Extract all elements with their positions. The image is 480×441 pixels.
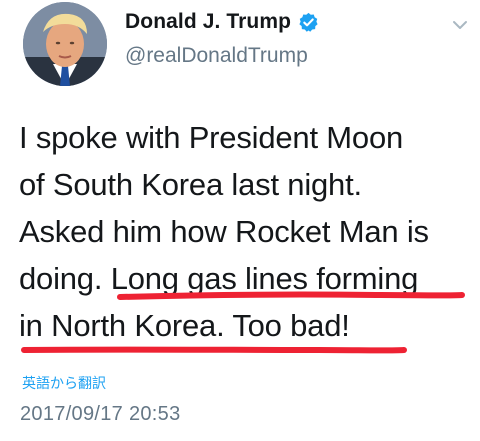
- red-underline-mark: [117, 291, 465, 300]
- tweet-line: I spoke with President Moon: [19, 120, 404, 155]
- tweet-text: I spoke with President Moon of South Kor…: [19, 114, 477, 349]
- tweet-line: of South Korea last night.: [19, 167, 362, 202]
- display-name[interactable]: Donald J. Trump: [125, 10, 291, 34]
- tweet-line: Asked him how Rocket Man is: [19, 214, 429, 249]
- tweet-line-segment: doing.: [19, 261, 111, 296]
- timestamp[interactable]: 2017/09/17 20:53: [20, 403, 181, 426]
- red-underline-mark: [21, 346, 407, 354]
- avatar[interactable]: [23, 2, 107, 86]
- author-name-row[interactable]: Donald J. Trump: [125, 10, 319, 34]
- translate-link[interactable]: 英語から翻訳: [22, 373, 106, 393]
- user-handle[interactable]: @realDonaldTrump: [125, 44, 308, 68]
- tweet-card: Donald J. Trump @realDonaldTrump I spoke…: [0, 0, 480, 441]
- verified-badge-icon: [298, 12, 319, 33]
- chevron-down-icon[interactable]: [451, 18, 469, 32]
